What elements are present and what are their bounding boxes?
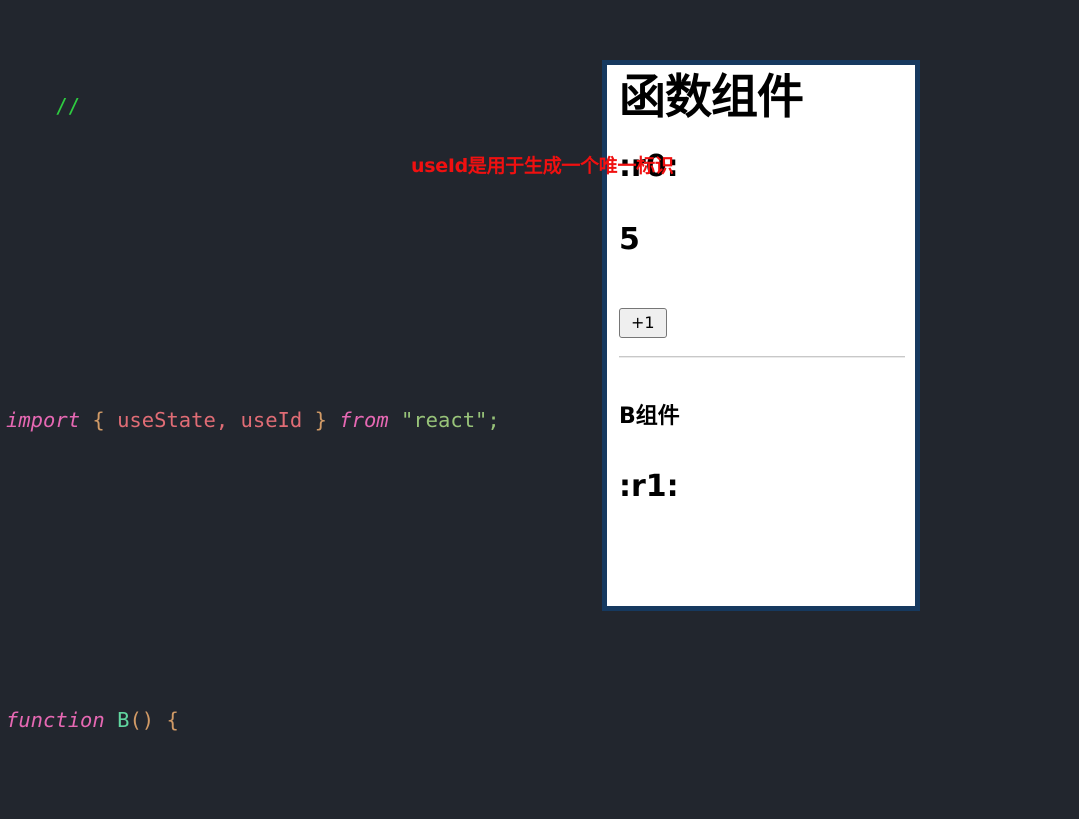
browser-preview-panel: 函数组件 :r0: 5 +1 B组件 :r1: (602, 60, 920, 611)
import-names: useState, useId (117, 408, 303, 432)
preview-count: 5 (619, 222, 640, 258)
function-name-b: B (117, 708, 130, 732)
preview-divider (619, 356, 905, 359)
annotation-text: useId是用于生成一个唯一标识 (411, 155, 674, 177)
preview-id-b: :r1: (619, 469, 679, 505)
preview-heading-h1: 函数组件 (619, 70, 804, 125)
preview-increment-button[interactable]: +1 (619, 308, 667, 339)
keyword-function-b: function (6, 708, 105, 732)
code-line-5: function B() { (6, 708, 179, 732)
keyword-from: from (339, 408, 389, 432)
keyword-import: import (6, 408, 81, 432)
preview-heading-h4: B组件 (619, 404, 680, 430)
module-string: "react"; (400, 408, 500, 432)
